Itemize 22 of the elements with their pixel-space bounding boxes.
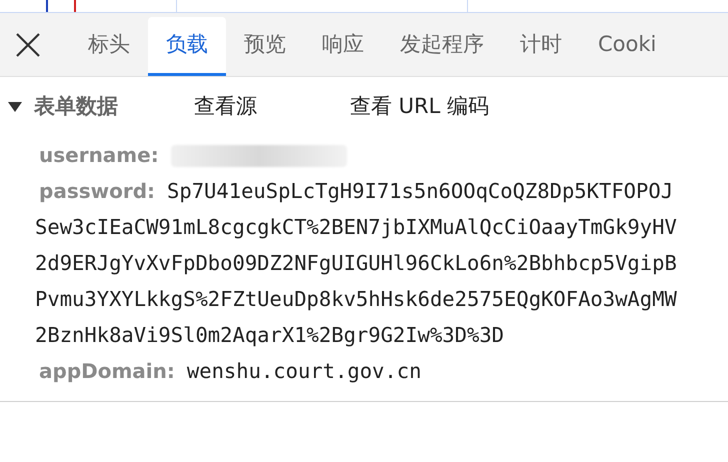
section-title: 表单数据 [34,93,119,120]
tab[interactable]: 响应 [304,17,382,76]
field-name: password: [39,178,156,205]
field-value: Sp7U41euSpLcTgH9I71s5n6OOqCoQZ8Dp5KTFOPOJ [167,178,674,205]
expand-triangle-icon[interactable] [6,102,24,112]
tab[interactable]: 负载 [148,17,226,76]
tab[interactable]: 预览 [226,17,304,76]
field-value: wenshu.court.gov.cn [186,358,422,385]
tab[interactable]: 发起程序 [382,17,502,76]
field-name: appDomain: [39,358,175,385]
tab[interactable]: Cooki [580,17,674,76]
field-name: username: [39,142,159,169]
field-value: 2BznHk8aVi9Sl0m2AqarX1%2Bgr9G2Iw%3D%3D [35,322,506,349]
field-value: Sew3cIEaCW91mL8cgcgkCT%2BEN7jbIXMuAlQcCiOaayTmGk9yHV [35,214,677,241]
timeline-marker [46,0,48,12]
field-value: 2d9ERJgYvXvFpDbo09DZ2NFgUIGUHl96CkLo6n%2Bbhbcp5VgipB [35,250,677,277]
tab[interactable]: 计时 [502,17,580,76]
field-value: Pvmu3YXYLkkgS%2FZtUeuDp8kv5hHsk6de2575EQgKOFAo3wAgMW [35,286,677,313]
timeline-marker [74,0,76,12]
view-url-encoded-link[interactable]: 查看 URL 编码 [350,91,490,123]
view-source-link[interactable]: 查看源 [194,91,350,123]
tab[interactable]: 标头 [70,17,148,76]
